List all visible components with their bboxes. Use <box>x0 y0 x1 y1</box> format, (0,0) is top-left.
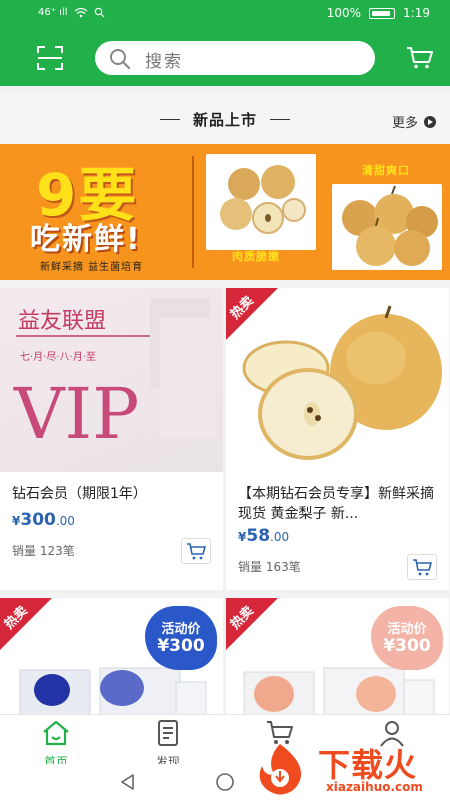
nav-discover[interactable]: 发现 <box>133 719 203 770</box>
promo-price: ¥300 <box>383 636 431 656</box>
product-sales: 销量 123笔 <box>12 544 75 558</box>
product-price: ¥300.00 <box>12 510 75 530</box>
status-bar: 46⁺ ıll 100% 1:19 <box>0 0 450 30</box>
cart-icon <box>413 559 433 576</box>
product-sales: 销量 163笔 <box>238 560 301 574</box>
more-link[interactable]: 更多 <box>392 112 436 131</box>
scan-icon[interactable] <box>36 44 64 72</box>
status-left: 46⁺ ıll <box>38 7 105 18</box>
product-name: 【本期钻石会员专享】新鲜采摘现货 黄金梨子 新... <box>238 486 434 522</box>
price-decimal: .00 <box>270 530 290 544</box>
vip-artwork: 益友联盟 七·月·尽·八·月·至 VIP <box>13 298 215 455</box>
add-to-cart-button[interactable] <box>407 554 437 580</box>
pear-photo-cut <box>206 154 316 250</box>
promo-price-tag: 活动价 ¥300 <box>371 606 443 670</box>
price-integer: 58 <box>246 526 271 546</box>
banner-caption-1: 肉质脆嫩 <box>232 250 280 263</box>
product-image: 益友联盟 七·月·尽·八·月·至 VIP <box>0 288 223 472</box>
pear-image <box>206 154 316 250</box>
watermark-url: xiazaihuo.com <box>326 780 423 794</box>
cart-icon[interactable] <box>406 46 434 70</box>
add-to-cart-button[interactable] <box>181 538 211 564</box>
search-status-icon <box>94 7 104 18</box>
battery-percent: 100% <box>326 6 362 20</box>
cart-icon <box>187 543 207 560</box>
top-bar: 46⁺ ıll 100% 1:19 搜索 <box>0 0 450 86</box>
promo-label: 活动价 <box>387 622 427 637</box>
pear-image-2 <box>332 184 442 270</box>
header: 搜索 <box>0 30 450 86</box>
product-card[interactable]: 益友联盟 七·月·尽·八·月·至 VIP 钻石会员（期限1年） ¥300.00 … <box>0 288 223 590</box>
arrow-right-icon <box>424 115 436 128</box>
banner-caption-2: 清甜爽口 <box>362 164 410 177</box>
pear-photo-whole <box>332 184 442 270</box>
promo-banner[interactable]: 9要 吃新鲜! 新鲜采摘 益生菌培育 肉质脆嫩 清甜爽口 <box>0 144 450 280</box>
clock: 1:19 <box>403 6 430 20</box>
signal-indicator: 46⁺ ıll <box>38 7 68 18</box>
banner-subheadline: 吃新鲜! <box>30 222 142 257</box>
hot-badge: 热卖 <box>226 288 278 340</box>
nav-home[interactable]: 首页 <box>21 719 91 770</box>
wifi-icon <box>74 7 87 17</box>
promo-price: ¥300 <box>157 636 205 656</box>
discover-icon <box>158 720 178 746</box>
product-card[interactable]: 热卖 【本期钻石会员专享】新鲜采摘现货 黄金梨子 新... ¥58.00 销量 … <box>226 288 449 590</box>
status-right: 100% 1:19 <box>327 6 430 20</box>
banner-tagline: 新鲜采摘 益生菌培育 <box>40 262 144 273</box>
vip-subtext: 七·月·尽·八·月·至 <box>20 351 96 363</box>
product-name: 钻石会员（期限1年） <box>12 486 147 502</box>
app-screen: 46⁺ ıll 100% 1:19 搜索 新品上市 更多 9要 吃新鲜! 新鲜采… <box>0 0 450 800</box>
back-icon[interactable] <box>118 772 138 792</box>
search-placeholder: 搜索 <box>145 52 183 72</box>
vip-big-text: VIP <box>13 373 139 455</box>
more-label: 更多 <box>391 116 418 131</box>
section-title: 新品上市 <box>192 111 257 129</box>
search-icon <box>110 49 131 70</box>
home-button-icon[interactable] <box>215 772 235 792</box>
promo-price-tag: 活动价 ¥300 <box>145 606 217 670</box>
battery-icon <box>369 7 396 19</box>
home-icon <box>43 720 69 746</box>
price-decimal: .00 <box>55 514 75 528</box>
search-input[interactable]: 搜索 <box>95 41 375 75</box>
title-divider-right <box>270 119 290 120</box>
banner-divider <box>192 156 194 268</box>
hot-badge: 热卖 <box>0 598 52 650</box>
price-integer: 300 <box>20 510 56 530</box>
fire-logo-icon <box>259 744 302 795</box>
product-price: ¥58.00 <box>238 526 289 546</box>
section-header: 新品上市 更多 <box>0 94 450 144</box>
hot-badge: 热卖 <box>226 598 278 650</box>
vip-title: 益友联盟 <box>18 309 106 334</box>
promo-label: 活动价 <box>161 622 201 637</box>
watermark-logo: 下载火 xiazaihuo.com <box>246 740 446 798</box>
